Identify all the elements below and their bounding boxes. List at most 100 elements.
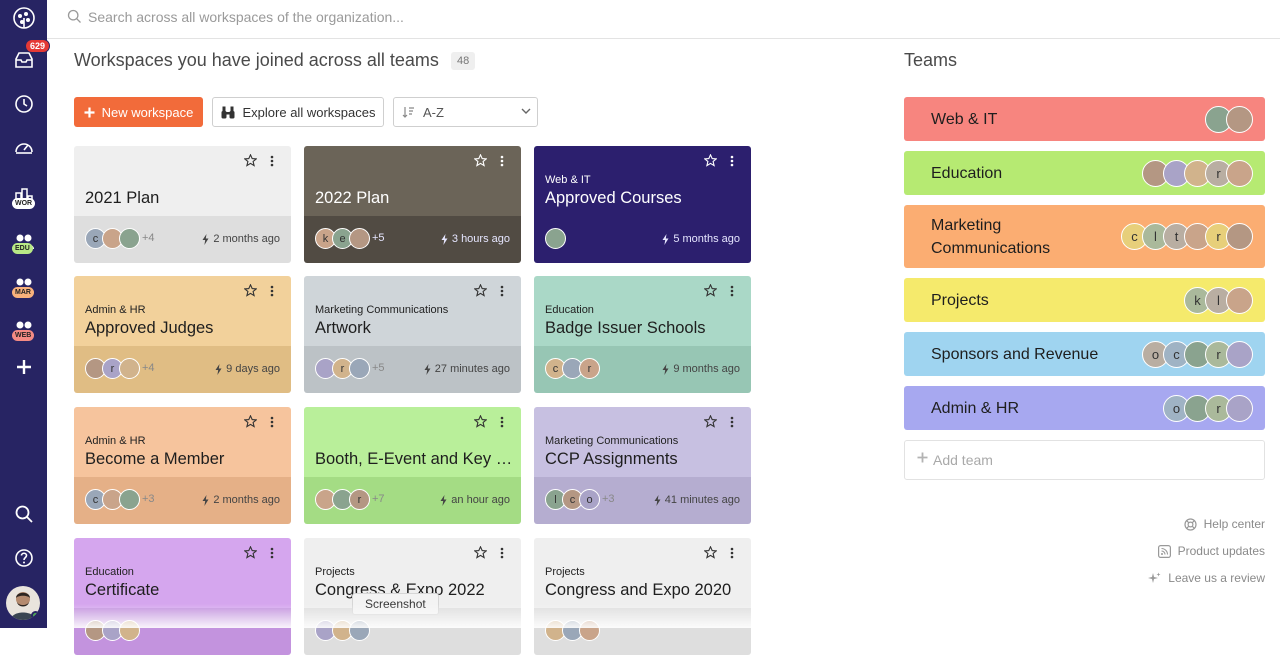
workspace-card[interactable]: Admin & HR Approved Judges r +4 9 days ago: [74, 276, 291, 393]
more-options-icon[interactable]: [500, 546, 504, 564]
add-team-input[interactable]: Add team: [904, 440, 1265, 480]
user-avatar[interactable]: [6, 586, 40, 620]
team-name: Education: [931, 164, 1003, 182]
sort-value: A-Z: [423, 105, 444, 120]
team-item[interactable]: Projects k l: [904, 278, 1265, 322]
help-center-link[interactable]: Help center: [1184, 517, 1265, 531]
clock-icon[interactable]: [8, 88, 39, 119]
star-icon[interactable]: [243, 283, 258, 302]
workspace-card[interactable]: Web & IT Approved Courses 5 months ago: [534, 146, 751, 263]
star-icon[interactable]: [703, 153, 718, 172]
team-item[interactable]: Web & IT: [904, 97, 1265, 141]
inbox-icon[interactable]: 629: [8, 39, 51, 75]
search-icon[interactable]: [8, 498, 39, 529]
product-updates-link[interactable]: Product updates: [1157, 544, 1265, 558]
bolt-icon: [441, 233, 448, 245]
last-activity-text: 3 hours ago: [451, 233, 510, 245]
card-members: [545, 228, 568, 249]
star-icon[interactable]: [473, 414, 488, 433]
workspaces-icon[interactable]: WOR: [8, 181, 39, 212]
dashboard-icon[interactable]: [8, 131, 39, 162]
star-icon[interactable]: [243, 153, 258, 172]
workspace-card[interactable]: Admin & HR Become a Member c +3 2 months ago: [74, 407, 291, 524]
workspace-card[interactable]: 2022 Plan k e +5 3 hours ago: [304, 146, 521, 263]
extra-members-count: +3: [602, 493, 615, 505]
member-avatar: [545, 228, 566, 249]
last-activity-text: 27 minutes ago: [434, 363, 510, 375]
card-team-label: Admin & HR: [85, 304, 146, 316]
workspace-card[interactable]: Marketing Communications Artwork r +5 27 min…: [304, 276, 521, 393]
plus-icon: [917, 452, 928, 463]
star-icon[interactable]: [473, 283, 488, 302]
team-item[interactable]: Admin & HR o r: [904, 386, 1265, 430]
more-options-icon[interactable]: [270, 546, 274, 564]
more-options-icon[interactable]: [730, 284, 734, 302]
search-input[interactable]: [88, 6, 788, 28]
star-icon[interactable]: [703, 545, 718, 564]
more-options-icon[interactable]: [500, 284, 504, 302]
card-team-label: Projects: [545, 566, 585, 578]
team-item[interactable]: Marketing Communications c l t r: [904, 205, 1265, 268]
plus-icon: [84, 107, 95, 117]
member-avatar: [1226, 394, 1253, 422]
explore-workspaces-button[interactable]: Explore all workspaces: [212, 97, 384, 127]
more-options-icon[interactable]: [500, 154, 504, 172]
last-activity: 9 days ago: [215, 363, 280, 375]
workspace-card[interactable]: Education Badge Issuer Schools c r 9 months …: [534, 276, 751, 393]
more-options-icon[interactable]: [730, 415, 734, 433]
more-options-icon[interactable]: [270, 154, 274, 172]
extra-members-count: +5: [372, 362, 385, 374]
review-link[interactable]: Leave us a review: [1148, 571, 1265, 585]
extra-members-count: +3: [142, 493, 155, 505]
plus-icon[interactable]: [8, 351, 39, 382]
star-icon[interactable]: [473, 153, 488, 172]
workspace-card[interactable]: 2021 Plan c +4 2 months ago: [74, 146, 291, 263]
workspace-card[interactable]: Booth, E-Event and Key C... r +7 an hour ag…: [304, 407, 521, 524]
star-icon[interactable]: [703, 283, 718, 302]
star-icon[interactable]: [703, 414, 718, 433]
team-education-icon[interactable]: EDU: [8, 226, 39, 257]
workspace-card[interactable]: Projects Congress and Expo 2020: [534, 538, 751, 655]
card-workspace-name: Certificate: [85, 581, 160, 599]
help-icon[interactable]: [8, 542, 39, 573]
star-icon[interactable]: [473, 545, 488, 564]
member-avatar: [349, 358, 370, 379]
more-options-icon[interactable]: [730, 546, 734, 564]
card-workspace-name: Become a Member: [85, 450, 225, 468]
team-name: Admin & HR: [931, 399, 1020, 417]
more-options-icon[interactable]: [730, 154, 734, 172]
more-options-icon[interactable]: [270, 415, 274, 433]
bolt-icon: [662, 233, 669, 245]
star-icon[interactable]: [243, 414, 258, 433]
card-workspace-name: Approved Judges: [85, 319, 214, 337]
team-item[interactable]: Sponsors and Revenue o c r: [904, 332, 1265, 376]
more-options-icon[interactable]: [500, 415, 504, 433]
extra-members-count: +7: [372, 493, 385, 505]
member-avatar: [119, 228, 140, 249]
member-avatar: [1226, 105, 1253, 133]
team-tag-edu: EDU: [12, 243, 33, 254]
logo-icon[interactable]: [8, 2, 39, 33]
search-icon: [67, 9, 81, 23]
team-item[interactable]: Education r: [904, 151, 1265, 195]
workspace-card[interactable]: Education Certificate: [74, 538, 291, 655]
team-tag-mar: MAR: [12, 287, 34, 298]
bolt-icon: [440, 494, 447, 506]
team-members: ocr: [1142, 340, 1253, 368]
card-workspace-name: Congress and Expo 2020: [545, 581, 732, 599]
more-options-icon[interactable]: [270, 284, 274, 302]
workspace-card[interactable]: Marketing Communications CCP Assignments l…: [534, 407, 751, 524]
team-tag-wor: WOR: [12, 198, 36, 209]
bolt-icon: [202, 233, 209, 245]
team-marketing-icon[interactable]: MAR: [8, 270, 39, 301]
team-name: Projects: [931, 291, 989, 309]
bolt-icon: [215, 363, 222, 375]
sort-select[interactable]: A-Z: [393, 97, 538, 127]
card-team-label: Marketing Communications: [315, 304, 449, 316]
team-web-icon[interactable]: WEB: [8, 313, 39, 344]
star-icon[interactable]: [243, 545, 258, 564]
card-workspace-name: Badge Issuer Schools: [545, 319, 706, 337]
member-avatar: [1226, 286, 1253, 314]
new-workspace-button[interactable]: New workspace: [74, 97, 203, 127]
online-indicator: [31, 611, 40, 620]
